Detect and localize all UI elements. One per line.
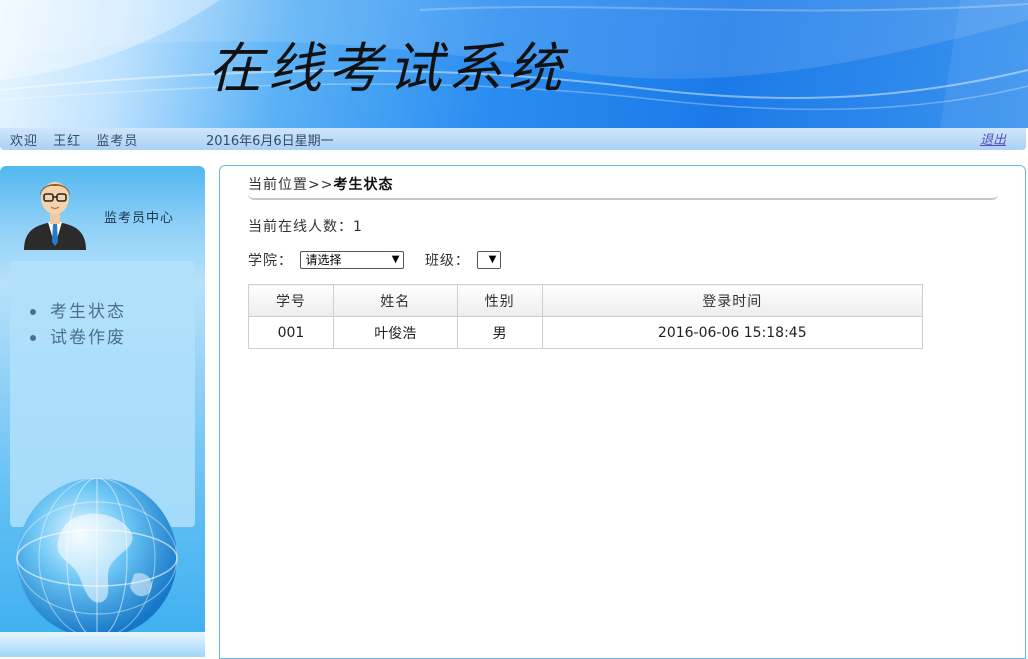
college-select-value: 请选择 bbox=[305, 253, 342, 267]
breadcrumb-current: 考生状态 bbox=[333, 177, 394, 193]
student-status-table: 学号 姓名 性别 登录时间 001 叶俊浩 男 2016-06-06 15:18… bbox=[248, 284, 924, 349]
proctor-avatar-icon bbox=[24, 182, 86, 250]
cell-name: 叶俊浩 bbox=[332, 316, 458, 349]
college-select[interactable]: 请选择 ▼ bbox=[300, 251, 405, 269]
sidebar-floor bbox=[0, 632, 205, 657]
bullet-icon bbox=[30, 335, 36, 341]
dropdown-arrow-icon: ▼ bbox=[391, 254, 400, 265]
cell-student-id: 001 bbox=[248, 316, 334, 349]
cell-login-time: 2016-06-06 15:18:45 bbox=[541, 316, 924, 349]
college-label: 学院： bbox=[248, 253, 293, 269]
current-date: 2016年6月6日星期一 bbox=[206, 134, 334, 149]
welcome-text: 欢迎 王红 监考员 bbox=[10, 130, 148, 149]
dropdown-arrow-icon: ▼ bbox=[488, 254, 497, 265]
main-panel: 当前位置>>考生状态 当前在线人数：1 学院： 请选择 ▼ 班级： ▼ 学号 姓… bbox=[219, 165, 1026, 659]
globe-icon bbox=[16, 478, 178, 638]
table-header-row: 学号 姓名 性别 登录时间 bbox=[248, 284, 924, 317]
info-bar: 欢迎 王红 监考员 2016年6月6日星期一 退出 bbox=[0, 128, 1026, 150]
user-name: 王红 bbox=[53, 134, 82, 149]
sidebar-item-void-paper[interactable]: 试卷作废 bbox=[30, 325, 126, 351]
class-select[interactable]: ▼ bbox=[477, 251, 502, 269]
sidebar-item-label: 试卷作废 bbox=[50, 328, 126, 348]
table-row: 001 叶俊浩 男 2016-06-06 15:18:45 bbox=[248, 316, 924, 349]
column-header-student-id: 学号 bbox=[248, 284, 334, 317]
breadcrumb: 当前位置>>考生状态 bbox=[248, 174, 998, 200]
column-header-login-time: 登录时间 bbox=[541, 284, 924, 317]
logout-link[interactable]: 退出 bbox=[980, 129, 1006, 148]
breadcrumb-prefix: 当前位置>> bbox=[248, 177, 334, 193]
sidebar-menu: 考生状态 试卷作废 bbox=[30, 299, 126, 351]
class-label: 班级： bbox=[424, 253, 470, 269]
proctor-center-label: 监考员中心 bbox=[104, 211, 175, 226]
welcome-label: 欢迎 bbox=[10, 134, 39, 149]
bullet-icon bbox=[30, 309, 36, 315]
online-count: 当前在线人数：1 bbox=[248, 219, 363, 235]
system-title: 在线考试系统 bbox=[208, 37, 568, 100]
cell-gender: 男 bbox=[456, 316, 543, 349]
user-role: 监考员 bbox=[96, 134, 139, 149]
sidebar-item-label: 考生状态 bbox=[50, 302, 126, 322]
header-banner: 在线考试系统 bbox=[0, 0, 1028, 128]
sidebar: 监考员中心 考生状态 试卷作废 bbox=[0, 166, 205, 657]
column-header-name: 姓名 bbox=[332, 284, 458, 317]
filter-bar: 学院： 请选择 ▼ 班级： ▼ bbox=[248, 250, 502, 270]
column-header-gender: 性别 bbox=[456, 284, 543, 317]
sidebar-item-student-status[interactable]: 考生状态 bbox=[30, 299, 126, 325]
